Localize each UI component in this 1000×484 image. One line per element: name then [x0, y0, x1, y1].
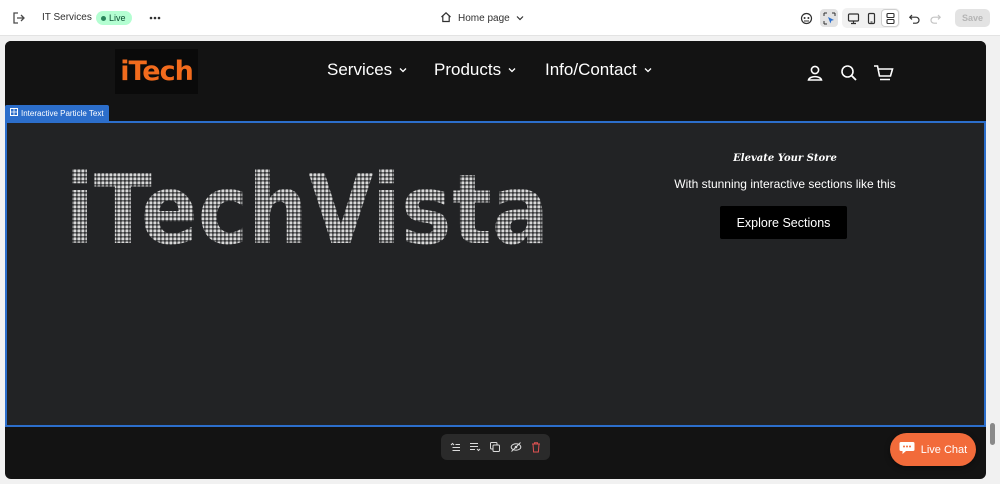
- cart-icon[interactable]: [873, 63, 895, 83]
- live-status-badge: Live: [96, 11, 132, 25]
- live-label: Live: [109, 13, 126, 23]
- more-actions-icon[interactable]: [147, 9, 163, 27]
- store-logo[interactable]: iTech: [115, 49, 198, 94]
- nav-item-info-contact[interactable]: Info/Contact: [545, 60, 652, 80]
- fullscreen-view-icon[interactable]: [881, 9, 899, 27]
- site-header: iTech Services Products Info/Contact: [5, 41, 986, 102]
- hide-icon[interactable]: [508, 439, 524, 455]
- particle-text: iTechVista: [65, 154, 549, 257]
- duplicate-icon[interactable]: [487, 439, 503, 455]
- chevron-down-icon: [516, 13, 524, 24]
- editor-topbar: IT Services Live Home page Save: [0, 0, 1000, 36]
- ai-assistant-icon[interactable]: [797, 9, 815, 27]
- nav-item-products[interactable]: Products: [434, 60, 516, 80]
- live-chat-label: Live Chat: [920, 443, 968, 456]
- scrollbar-thumb[interactable]: [990, 423, 995, 445]
- delete-icon[interactable]: [528, 439, 544, 455]
- preview-scrollbar[interactable]: [988, 41, 997, 479]
- mobile-view-icon[interactable]: [862, 9, 880, 27]
- exit-icon[interactable]: [10, 9, 28, 27]
- section-toolbar: [441, 434, 550, 460]
- nav-label: Services: [327, 60, 393, 79]
- section-label-tag[interactable]: Interactive Particle Text: [5, 105, 109, 121]
- nav-label: Products: [434, 60, 502, 79]
- live-chat-button[interactable]: Live Chat: [890, 433, 976, 466]
- logo-text: iTech: [120, 56, 194, 87]
- nav-item-services[interactable]: Services: [327, 60, 407, 80]
- undo-icon[interactable]: [905, 9, 923, 27]
- live-dot-icon: [101, 15, 106, 21]
- search-icon[interactable]: [839, 63, 859, 83]
- chevron-down-icon: [399, 65, 407, 76]
- section-label: Interactive Particle Text: [21, 108, 104, 118]
- storefront-preview: iTech Services Products Info/Contact Int…: [5, 41, 986, 479]
- chevron-down-icon: [644, 65, 652, 76]
- store-name: IT Services: [42, 12, 92, 23]
- move-down-icon[interactable]: [467, 439, 483, 455]
- desktop-view-icon[interactable]: [844, 9, 862, 27]
- particle-text-graphic[interactable]: iTechVista: [65, 137, 625, 257]
- account-icon[interactable]: [805, 63, 825, 83]
- move-up-icon[interactable]: [447, 439, 463, 455]
- section-tagline: Elevate Your Store: [733, 153, 837, 164]
- nav-label: Info/Contact: [545, 60, 637, 79]
- inspector-select-icon[interactable]: [820, 9, 838, 27]
- section-subtext: With stunning interactive sections like …: [674, 177, 896, 191]
- chevron-down-icon: [508, 65, 516, 76]
- explore-sections-button[interactable]: Explore Sections: [720, 206, 847, 239]
- page-selector[interactable]: Home page: [440, 9, 524, 27]
- page-selector-label: Home page: [458, 12, 510, 24]
- home-icon: [440, 11, 452, 26]
- chat-bubble-icon: [899, 441, 915, 458]
- section-grid-icon: [10, 108, 18, 118]
- save-button[interactable]: Save: [955, 9, 990, 27]
- redo-icon[interactable]: [926, 9, 944, 27]
